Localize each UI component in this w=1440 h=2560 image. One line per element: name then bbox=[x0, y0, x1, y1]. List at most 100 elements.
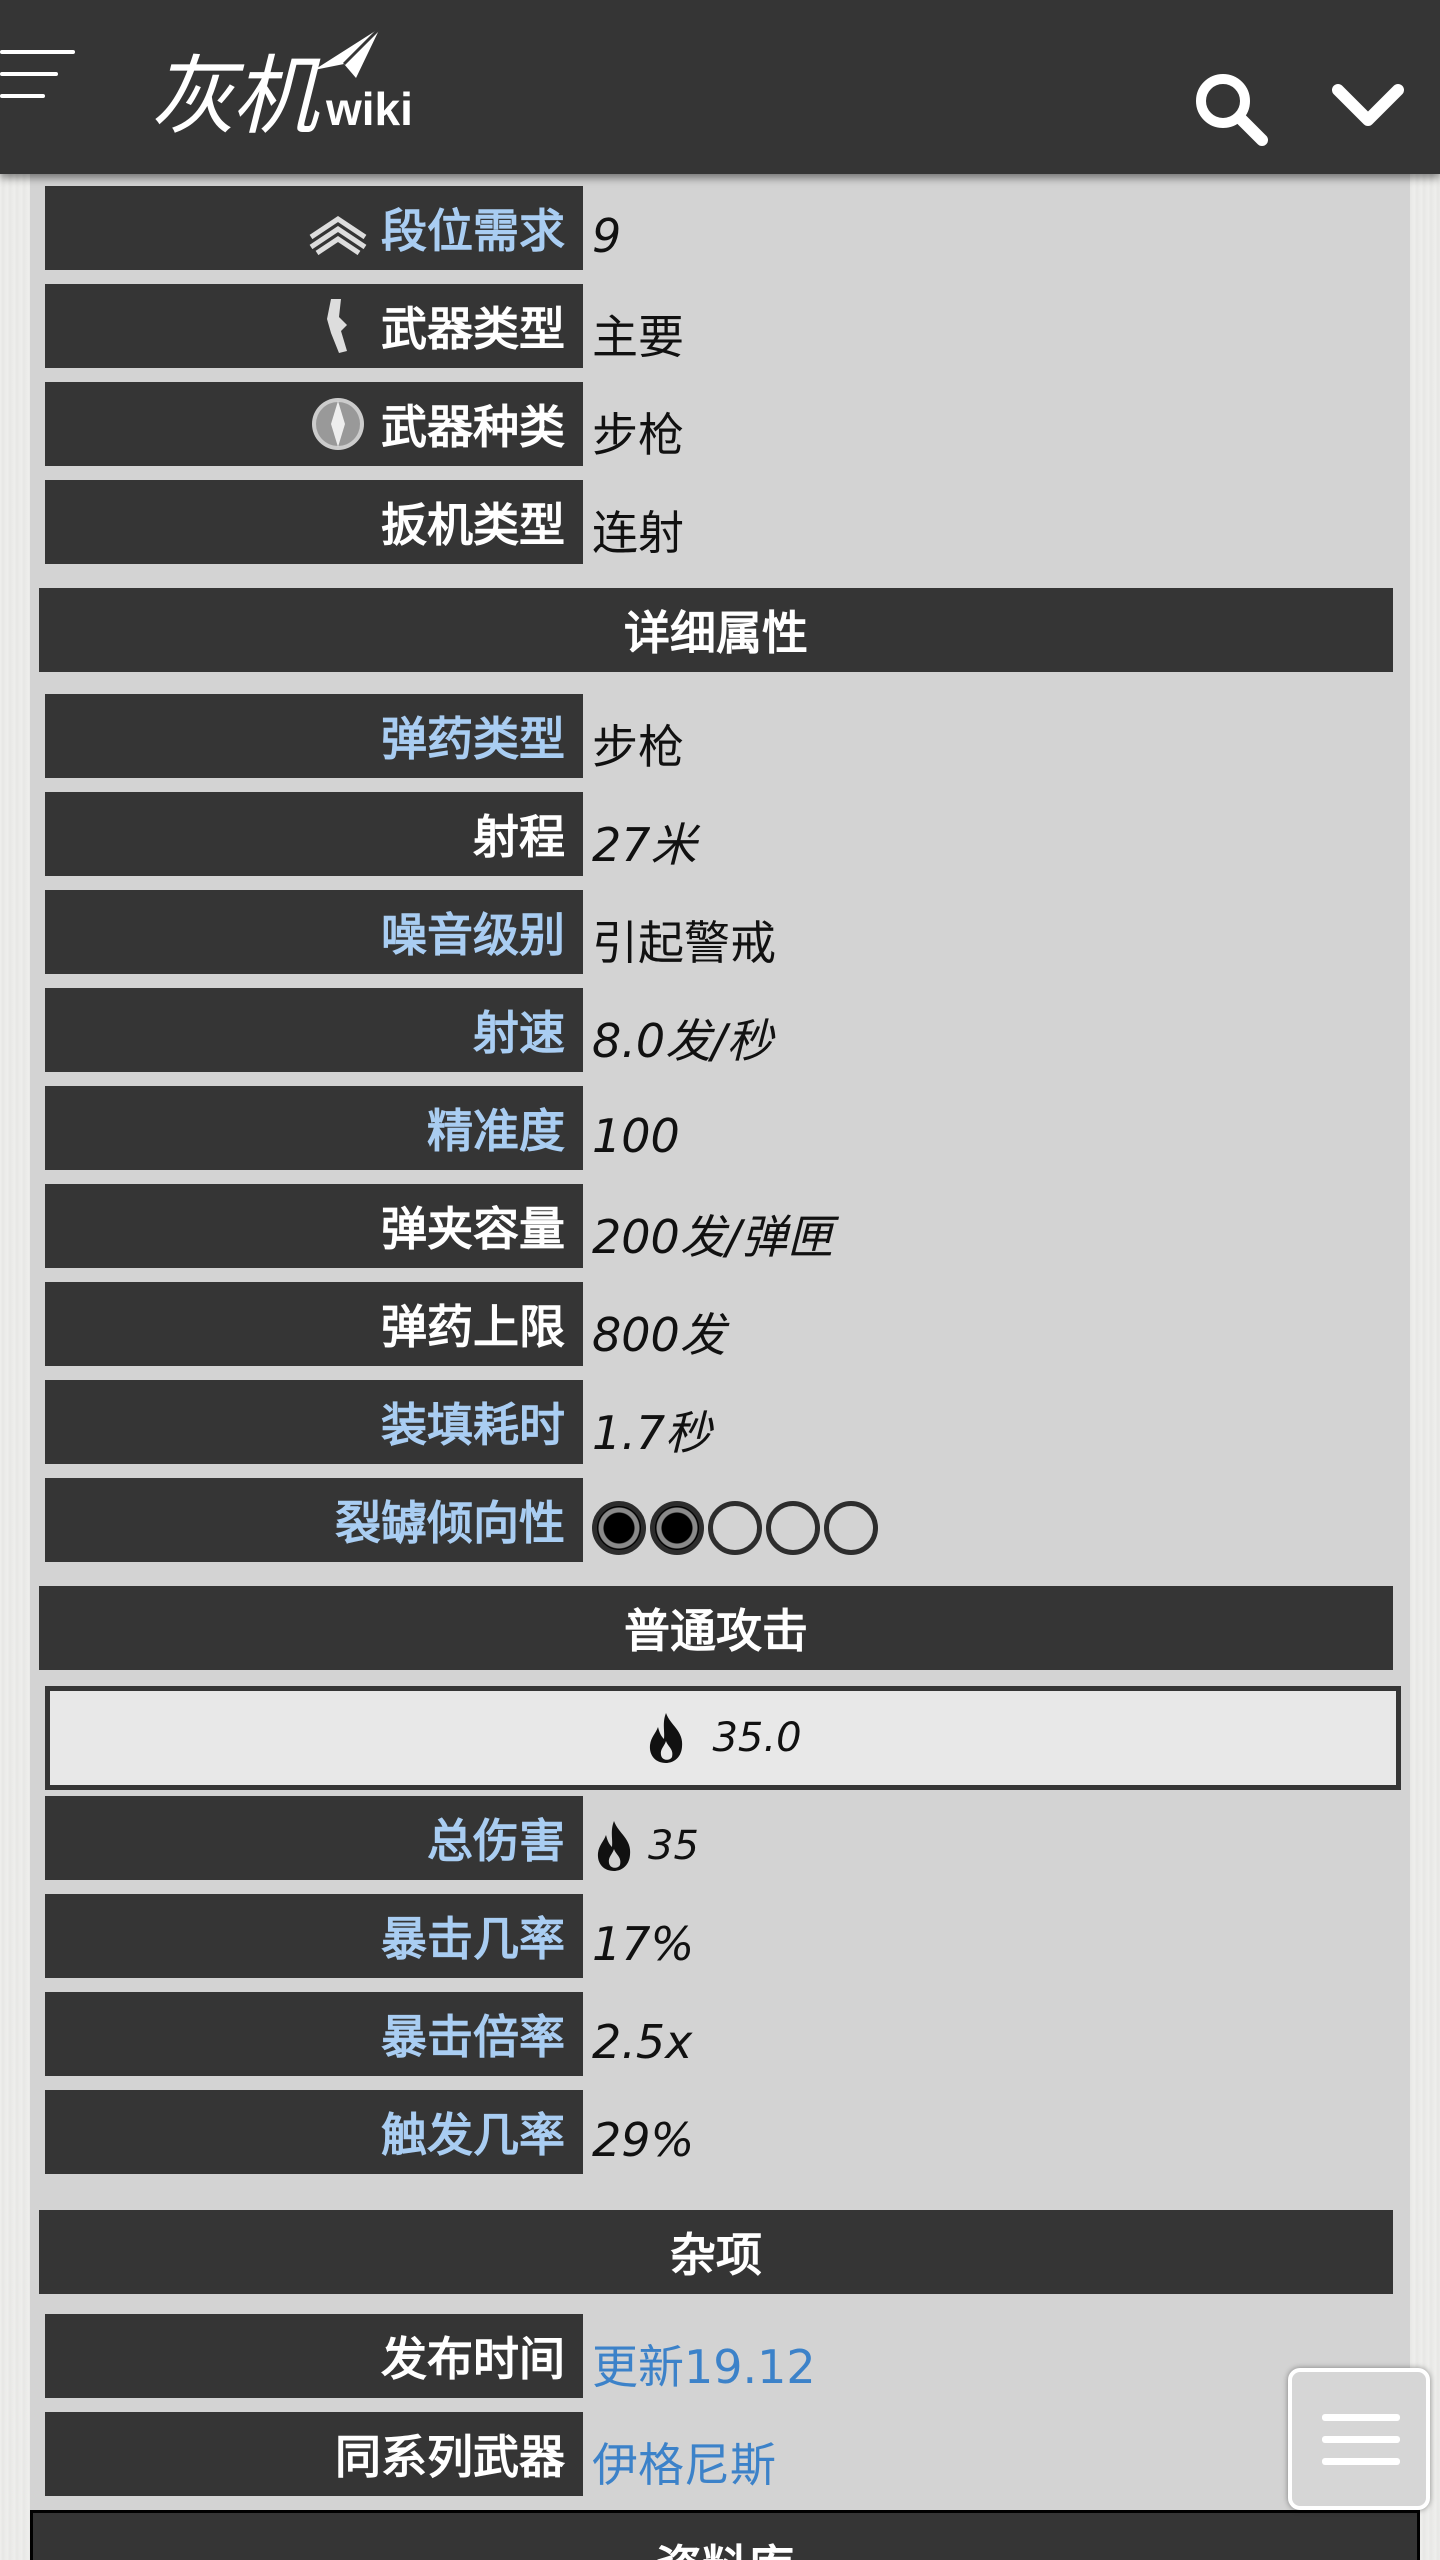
mastery-rank-icon bbox=[309, 215, 367, 256]
info-value: 步枪 bbox=[592, 408, 684, 462]
heat-damage-icon bbox=[650, 1713, 683, 1763]
info-value: 2.5x bbox=[592, 2015, 693, 2069]
disposition-dot-filled bbox=[592, 1501, 646, 1555]
section-header-normal-attack: 普通攻击 bbox=[39, 1586, 1393, 1670]
info-row-accuracy: 精准度 100 bbox=[45, 1086, 1410, 1170]
disposition-dot-empty bbox=[766, 1501, 820, 1555]
search-icon[interactable] bbox=[1190, 68, 1270, 148]
info-row-weapon-class: 武器种类 步枪 bbox=[45, 382, 1410, 466]
info-value: 步枪 bbox=[592, 720, 684, 774]
info-row-max-ammo: 弹药上限 800发 bbox=[45, 1282, 1410, 1366]
site-logo[interactable]: 灰机 wiki bbox=[150, 26, 413, 147]
info-value: 17% bbox=[592, 1917, 695, 1971]
hamburger-icon[interactable] bbox=[0, 50, 75, 105]
info-label: 扳机类型 bbox=[45, 480, 583, 564]
info-value: 29% bbox=[592, 2113, 695, 2167]
primary-weapon-icon bbox=[327, 299, 347, 353]
info-label: 弹药上限 bbox=[45, 1282, 583, 1366]
info-label-text: 发布时间 bbox=[381, 2332, 565, 2386]
info-label[interactable]: 射速 bbox=[45, 988, 583, 1072]
info-label[interactable]: 触发几率 bbox=[45, 2090, 583, 2174]
info-label-text: 武器类型 bbox=[381, 302, 565, 356]
info-value: 200发/弹匣 bbox=[592, 1210, 834, 1264]
info-row-trigger: 扳机类型 连射 bbox=[45, 480, 1410, 564]
total-damage-value: 35 bbox=[648, 1823, 699, 1869]
heat-damage-icon bbox=[597, 1821, 631, 1871]
info-label: 射程 bbox=[45, 792, 583, 876]
info-row-range: 射程 27米 bbox=[45, 792, 1410, 876]
related-weapon-link[interactable]: 伊格尼斯 bbox=[592, 2428, 776, 2496]
info-label-text: 装填耗时 bbox=[381, 1398, 565, 1452]
info-label-text: 弹药类型 bbox=[381, 712, 565, 766]
info-value: 35 bbox=[592, 1812, 699, 1880]
info-label-text: 段位需求 bbox=[381, 204, 565, 258]
info-row-riven-disposition: 裂罅倾向性 bbox=[45, 1478, 1410, 1562]
info-label[interactable]: 暴击倍率 bbox=[45, 1992, 583, 2076]
floating-menu-button[interactable] bbox=[1288, 2368, 1430, 2510]
info-value: 主要 bbox=[592, 310, 684, 364]
info-value: 100 bbox=[592, 1109, 680, 1163]
info-label[interactable]: 噪音级别 bbox=[45, 890, 583, 974]
disposition-dots bbox=[592, 1501, 878, 1555]
info-label[interactable]: 暴击几率 bbox=[45, 1894, 583, 1978]
info-label[interactable]: 段位需求 bbox=[45, 186, 583, 270]
info-label[interactable]: 裂罅倾向性 bbox=[45, 1478, 583, 1562]
chevron-down-icon[interactable] bbox=[1330, 78, 1406, 134]
info-label-text: 总伤害 bbox=[427, 1814, 565, 1868]
info-row-total-damage: 总伤害 35 bbox=[45, 1796, 1410, 1880]
info-row-mastery: 段位需求 9 bbox=[45, 186, 1410, 270]
info-row-magazine: 弹夹容量 200发/弹匣 bbox=[45, 1184, 1410, 1268]
logo-text-wiki: wiki bbox=[326, 83, 413, 135]
info-label-text: 射程 bbox=[473, 810, 565, 864]
info-label[interactable]: 弹药类型 bbox=[45, 694, 583, 778]
info-row-ammo-type: 弹药类型 步枪 bbox=[45, 694, 1410, 778]
info-label[interactable]: 装填耗时 bbox=[45, 1380, 583, 1464]
info-label[interactable]: 精准度 bbox=[45, 1086, 583, 1170]
info-label: 弹夹容量 bbox=[45, 1184, 583, 1268]
release-update-link[interactable]: 更新19.12 bbox=[592, 2330, 816, 2398]
weapon-infobox: 段位需求 9 武器类型 主要 武器种类 步枪 扳机类型 连射 详细属性 弹药类型… bbox=[30, 174, 1410, 2560]
info-value: 9 bbox=[592, 209, 622, 263]
info-row-noise: 噪音级别 引起警戒 bbox=[45, 890, 1410, 974]
info-value: 连射 bbox=[592, 506, 684, 560]
site-header: 灰机 wiki bbox=[0, 0, 1440, 174]
disposition-dot-empty bbox=[708, 1501, 762, 1555]
info-label-text: 裂罅倾向性 bbox=[335, 1496, 565, 1550]
info-label: 武器类型 bbox=[45, 284, 583, 368]
info-label[interactable]: 总伤害 bbox=[45, 1796, 583, 1880]
logo-text-cn: 灰机 bbox=[150, 47, 318, 147]
riven-disposition-value bbox=[592, 1494, 878, 1562]
paper-plane-icon bbox=[314, 26, 382, 78]
damage-breakdown-box: 35.0 bbox=[45, 1686, 1401, 1790]
info-label-text: 噪音级别 bbox=[381, 908, 565, 962]
damage-breakdown-value: 35.0 bbox=[712, 1715, 802, 1761]
info-value: 引起警戒 bbox=[592, 916, 776, 970]
info-row-crit-multiplier: 暴击倍率 2.5x bbox=[45, 1992, 1410, 2076]
info-label-text: 暴击倍率 bbox=[381, 2010, 565, 2064]
rifle-class-icon bbox=[312, 398, 364, 450]
info-row-reload: 装填耗时 1.7秒 bbox=[45, 1380, 1410, 1464]
info-label-text: 扳机类型 bbox=[381, 498, 565, 552]
info-label: 同系列武器 bbox=[45, 2412, 583, 2496]
info-row-status-chance: 触发几率 29% bbox=[45, 2090, 1410, 2174]
disposition-dot-filled bbox=[650, 1501, 704, 1555]
info-row-weapon-type: 武器类型 主要 bbox=[45, 284, 1410, 368]
info-row-release: 发布时间 更新19.12 bbox=[45, 2314, 1410, 2398]
info-row-related-weapon: 同系列武器 伊格尼斯 bbox=[45, 2412, 1410, 2496]
info-label-text: 弹药上限 bbox=[381, 1300, 565, 1354]
info-label-text: 武器种类 bbox=[381, 400, 565, 454]
info-label-text: 弹夹容量 bbox=[381, 1202, 565, 1256]
info-value: 1.7秒 bbox=[592, 1406, 712, 1460]
info-value: 800发 bbox=[592, 1308, 726, 1362]
info-value: 27米 bbox=[592, 818, 697, 872]
info-row-crit-chance: 暴击几率 17% bbox=[45, 1894, 1410, 1978]
section-header-misc: 杂项 bbox=[39, 2210, 1393, 2294]
info-label-text: 触发几率 bbox=[381, 2108, 565, 2162]
info-label: 武器种类 bbox=[45, 382, 583, 466]
info-label: 发布时间 bbox=[45, 2314, 583, 2398]
info-row-fire-rate: 射速 8.0发/秒 bbox=[45, 988, 1410, 1072]
info-label-text: 同系列武器 bbox=[335, 2430, 565, 2484]
section-header-database[interactable]: 资料库 bbox=[30, 2510, 1420, 2560]
info-value: 8.0发/秒 bbox=[592, 1014, 773, 1068]
info-label-text: 精准度 bbox=[427, 1104, 565, 1158]
